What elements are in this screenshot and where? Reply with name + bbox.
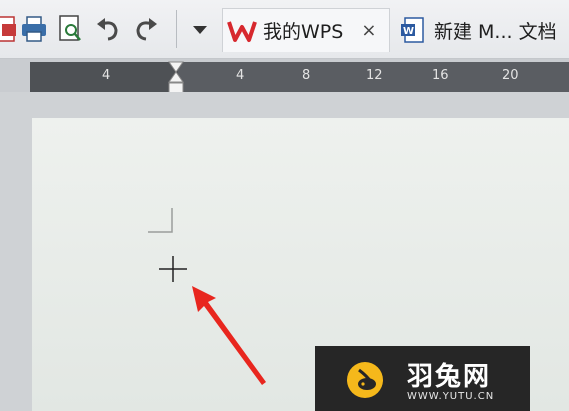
print-preview-icon[interactable] [56, 14, 84, 44]
word-doc-icon: W [400, 15, 426, 45]
watermark-title: 羽兔网 [407, 362, 492, 392]
dropdown-icon[interactable] [186, 14, 214, 44]
quick-access-toolbar: 我的WPS × W 新建 M... 文档 [0, 0, 569, 59]
tab-close-button[interactable]: × [361, 20, 376, 41]
ruler-label: 16 [432, 68, 449, 83]
ruler-label: 12 [366, 68, 383, 83]
rabbit-logo-icon [345, 360, 385, 400]
wps-logo-icon [227, 16, 257, 46]
page-margin-corner-mark [146, 206, 176, 236]
undo-icon[interactable] [94, 14, 122, 44]
print-icon[interactable] [20, 14, 48, 44]
toolbar-separator [176, 10, 177, 48]
tab-label: 我的WPS [263, 21, 344, 43]
horizontal-ruler[interactable]: 4 4 8 12 16 20 [30, 62, 569, 92]
ruler-label: 8 [302, 68, 311, 83]
crosshair-cursor-icon [156, 254, 190, 284]
ruler-label: 4 [102, 68, 111, 83]
svg-text:W: W [403, 26, 414, 37]
export-pdf-icon[interactable] [0, 14, 20, 44]
tab-new-document[interactable]: W 新建 M... 文档 [394, 8, 569, 52]
indent-marker-handle[interactable] [166, 60, 186, 96]
annotation-arrow-icon [190, 282, 270, 386]
site-watermark: 羽兔网 WWW.YUTU.CN [315, 346, 530, 411]
ruler-label: 20 [502, 68, 519, 83]
tab-my-wps[interactable]: 我的WPS × [222, 8, 390, 52]
watermark-url: WWW.YUTU.CN [407, 391, 495, 402]
redo-icon[interactable] [132, 14, 160, 44]
tab-label: 新建 M... 文档 [434, 20, 557, 43]
ruler-label: 4 [236, 68, 245, 83]
